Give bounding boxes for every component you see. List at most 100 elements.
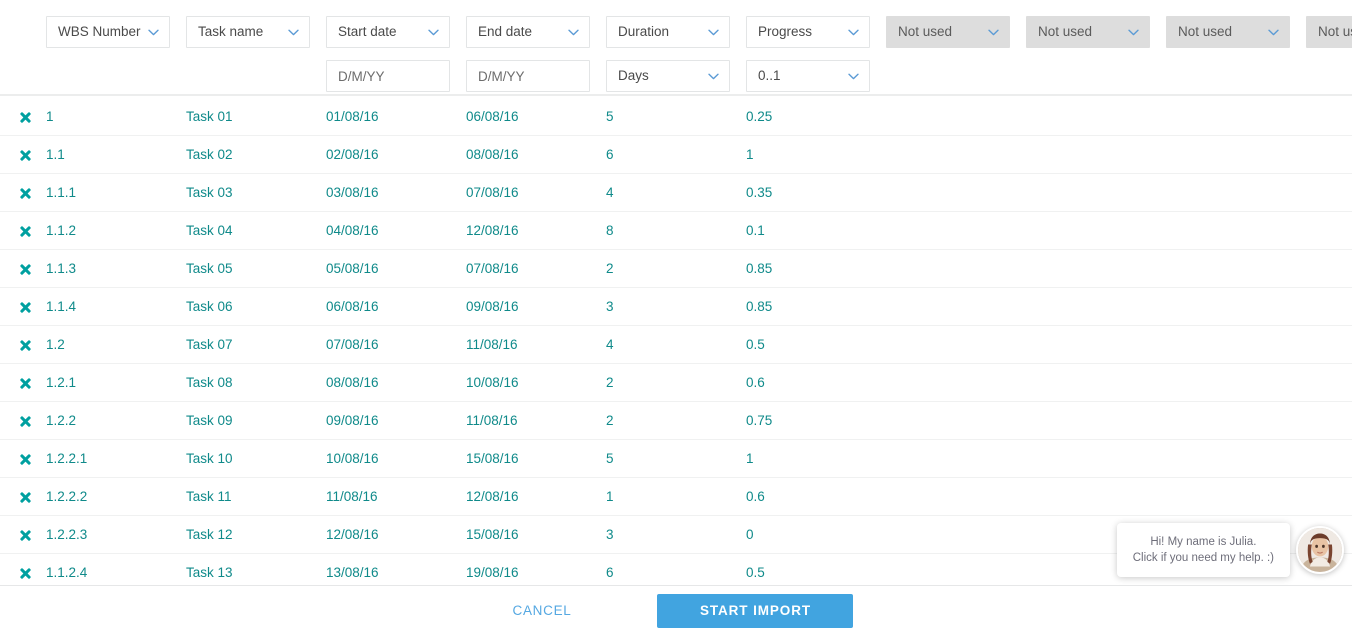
support-chat-widget[interactable]: Hi! My name is Julia. Click if you need … [1116, 523, 1344, 577]
cell-start: 05/08/16 [326, 261, 379, 276]
chevron-down-icon [988, 17, 1000, 47]
cell-duration: 4 [606, 337, 614, 352]
start-import-button[interactable]: START IMPORT [657, 593, 854, 628]
cell-progress: 0.5 [746, 337, 765, 352]
close-icon [19, 491, 32, 504]
date-format-input-3[interactable] [466, 60, 590, 92]
cell-start: 10/08/16 [326, 451, 379, 466]
column-mapping-select-0[interactable]: WBS Number [46, 16, 170, 48]
close-icon [19, 187, 32, 200]
layout-spacer [1290, 16, 1306, 48]
column-mapping-select-1[interactable]: Task name [186, 16, 310, 48]
delete-row-button[interactable] [0, 174, 46, 212]
column-mapping-select-7[interactable]: Not used [1026, 16, 1150, 48]
format-select-label: Days [618, 68, 649, 83]
cell-progress: 1 [746, 147, 754, 162]
delete-row-button[interactable] [0, 364, 46, 402]
column-mapping-select-8[interactable]: Not used [1166, 16, 1290, 48]
cell-end: 11/08/16 [466, 337, 518, 352]
delete-row-button[interactable] [0, 554, 46, 585]
cell-wbs: 1.2.1 [46, 375, 77, 390]
cell-duration: 3 [606, 527, 614, 542]
chevron-down-icon [428, 17, 440, 47]
delete-row-button[interactable] [0, 478, 46, 516]
chat-greeting-line-1: Hi! My name is Julia. [1150, 536, 1257, 548]
cell-start: 09/08/16 [326, 413, 379, 428]
delete-row-button[interactable] [0, 288, 46, 326]
cell-wbs: 1.2.2 [46, 413, 77, 428]
close-icon [19, 529, 32, 542]
layout-spacer [186, 60, 310, 92]
cell-name: Task 06 [186, 299, 233, 314]
table-row: 1.1.4 Task 06 06/08/16 09/08/16 3 0.85 [0, 288, 1352, 326]
cell-name: Task 05 [186, 261, 233, 276]
delete-row-button[interactable] [0, 326, 46, 364]
cell-end: 07/08/16 [466, 185, 519, 200]
cell-name: Task 11 [186, 489, 232, 504]
cell-end: 15/08/16 [466, 527, 519, 542]
cell-start: 03/08/16 [326, 185, 379, 200]
format-select-5[interactable]: 0..1 [746, 60, 870, 92]
column-mapping-select-label: WBS Number [58, 24, 141, 39]
chat-agent-avatar[interactable] [1296, 526, 1344, 574]
cell-start: 12/08/16 [326, 527, 379, 542]
layout-spacer [870, 16, 886, 48]
column-mapping-select-3[interactable]: End date [466, 16, 590, 48]
column-mapping-select-label: Not used [1038, 24, 1093, 39]
layout-spacer [310, 16, 326, 48]
cell-duration: 1 [606, 489, 614, 504]
cell-end: 15/08/16 [466, 451, 519, 466]
delete-row-button[interactable] [0, 98, 46, 136]
import-preview-grid: 1 Task 01 01/08/16 06/08/16 5 0.25 1.1 Task 02 0… [0, 98, 1352, 585]
column-mapping-select-5[interactable]: Progress [746, 16, 870, 48]
cell-end: 06/08/16 [466, 109, 519, 124]
cell-name: Task 12 [186, 527, 233, 542]
chevron-down-icon [568, 17, 580, 47]
layout-spacer [590, 60, 606, 92]
cell-progress: 0.6 [746, 375, 765, 390]
cancel-button[interactable]: CANCEL [499, 595, 586, 626]
cell-start: 07/08/16 [326, 337, 379, 352]
column-mapping-select-2[interactable]: Start date [326, 16, 450, 48]
layout-spacer [450, 60, 466, 92]
chat-greeting-bubble[interactable]: Hi! My name is Julia. Click if you need … [1116, 523, 1290, 577]
column-mapping-select-6[interactable]: Not used [886, 16, 1010, 48]
table-row: 1.1.3 Task 05 05/08/16 07/08/16 2 0.85 [0, 250, 1352, 288]
cell-end: 12/08/16 [466, 223, 519, 238]
cell-name: Task 08 [186, 375, 233, 390]
chevron-down-icon [1268, 17, 1280, 47]
layout-spacer [170, 60, 186, 92]
delete-row-button[interactable] [0, 402, 46, 440]
table-row: 1.2.2 Task 09 09/08/16 11/08/16 2 0.75 [0, 402, 1352, 440]
delete-row-button[interactable] [0, 136, 46, 174]
cell-end: 10/08/16 [466, 375, 519, 390]
cell-duration: 2 [606, 413, 614, 428]
cell-name: Task 07 [186, 337, 233, 352]
cell-end: 08/08/16 [466, 147, 519, 162]
cell-progress: 0.6 [746, 489, 765, 504]
delete-row-button[interactable] [0, 440, 46, 478]
delete-row-button[interactable] [0, 250, 46, 288]
column-mapping-select-label: Not used [898, 24, 953, 39]
close-icon [19, 567, 32, 580]
column-mapping-select-9[interactable]: Not used [1306, 16, 1352, 48]
table-row: 1.2.1 Task 08 08/08/16 10/08/16 2 0.6 [0, 364, 1352, 402]
close-icon [19, 301, 32, 314]
layout-spacer [1150, 16, 1166, 48]
cell-progress: 1 [746, 451, 754, 466]
date-format-input-2[interactable] [326, 60, 450, 92]
close-icon [19, 339, 32, 352]
delete-row-button[interactable] [0, 212, 46, 250]
chevron-down-icon [708, 17, 720, 47]
column-mapping-select-4[interactable]: Duration [606, 16, 730, 48]
cell-start: 01/08/16 [326, 109, 379, 124]
cell-end: 12/08/16 [466, 489, 519, 504]
cell-progress: 0.85 [746, 261, 773, 276]
delete-row-button[interactable] [0, 516, 46, 554]
table-row: 1.2.2.2 Task 11 11/08/16 12/08/16 1 0.6 [0, 478, 1352, 516]
cell-start: 08/08/16 [326, 375, 379, 390]
cell-name: Task 03 [186, 185, 233, 200]
format-select-4[interactable]: Days [606, 60, 730, 92]
column-mapping-select-label: Start date [338, 24, 397, 39]
cell-progress: 0.5 [746, 565, 765, 580]
